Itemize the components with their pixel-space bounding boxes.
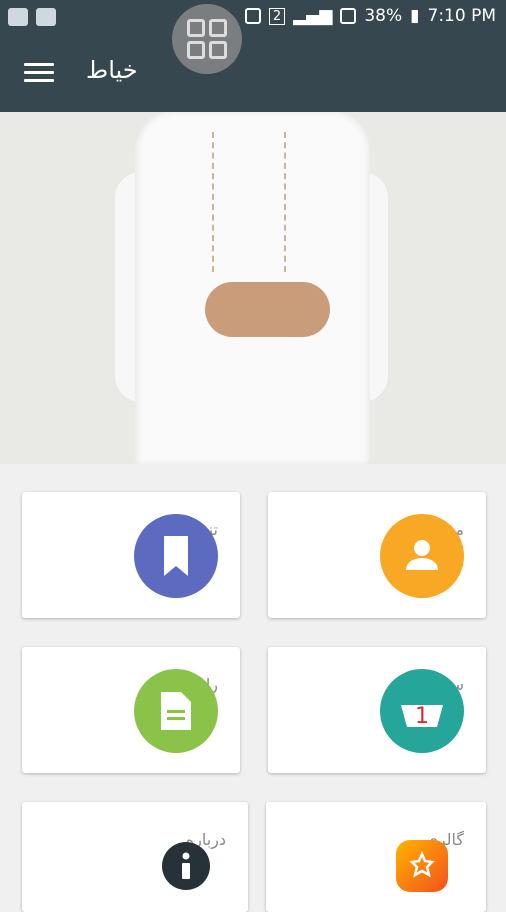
status-right: 2 ▂▄▆ 38% ▮ 7:10 PM [244,6,497,26]
app-title: خياط [86,56,138,84]
grid-cell [187,19,205,37]
clock: 7:10 PM [427,6,497,26]
hamburger-line [24,79,54,82]
floating-grid-icon[interactable] [172,4,242,74]
tile-gallery[interactable]: گالری [266,802,486,912]
sim-indicator: 2 [268,7,286,25]
hero-image [0,112,506,464]
tile-customers[interactable]: مشتریان [268,492,486,618]
hamburger-line [24,63,54,66]
tile-orders[interactable]: سفارشات 1 [268,647,486,773]
battery-percent: 38% [364,6,403,26]
app-bar: خياط [0,36,506,112]
hamburger-line [24,71,54,74]
battery-icon: ▮ [410,6,420,26]
grid-cell [209,41,227,59]
svg-text:1: 1 [415,704,429,729]
menu-grid: مشتریان تنظیمات سفارشات 1 راپور ها گالری… [0,464,506,912]
signal-icon: ▂▄▆ [293,6,333,26]
status-bar: 2 ▂▄▆ 38% ▮ 7:10 PM [0,0,506,36]
app-notification-icon [8,8,28,26]
person-icon [380,514,464,598]
menu-button[interactable] [24,60,54,86]
tile-about[interactable]: درباره [22,802,248,912]
shirt-placket [212,132,286,272]
gallery-icon [396,840,448,892]
tile-settings[interactable]: تنظیمات [22,492,240,618]
document-icon [134,669,218,753]
grid-cell [187,41,205,59]
notification-icons [8,8,56,26]
bookmark-icon [134,514,218,598]
wifi-notification-icon [36,8,56,26]
info-icon [162,842,210,890]
grid-cell [209,19,227,37]
tile-reports[interactable]: راپور ها [22,647,240,773]
basket-icon: 1 [380,669,464,753]
hands-image [205,282,330,337]
alarm-icon [244,8,261,24]
signal-2-icon [340,8,357,24]
